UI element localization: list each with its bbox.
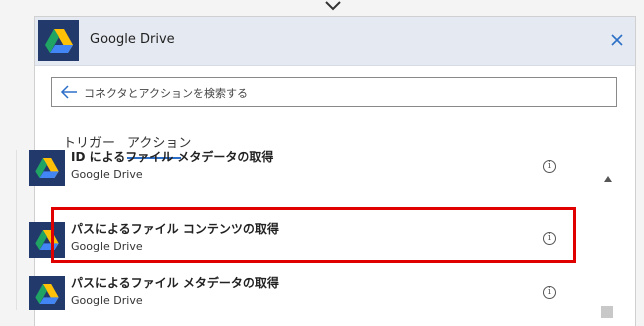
panel-header: Google Drive [35,17,635,66]
action-connector: Google Drive [71,168,143,181]
action-title: パスによるファイル メタデータの取得 [71,276,279,290]
chevron-down-icon [325,1,341,11]
action-title: ID によるファイル メタデータの取得 [71,150,274,164]
google-drive-icon [29,150,65,186]
info-icon[interactable]: i [543,286,556,299]
list-scrollbar[interactable] [600,150,616,318]
panel-title: Google Drive [90,32,175,47]
google-drive-icon [29,276,65,310]
search-placeholder: コネクタとアクションを検索する [84,87,249,100]
page: Google Drive コネクタとアクションを検索する トリガー アクション [0,0,644,326]
search-input[interactable]: コネクタとアクションを検索する [51,77,617,107]
scroll-thumb[interactable] [601,306,613,318]
action-connector: Google Drive [71,294,143,307]
info-icon[interactable]: i [543,160,556,173]
list-item[interactable]: パスによるファイル メタデータの取得 Google Drive i [17,266,567,310]
arrow-left-icon[interactable] [60,84,78,100]
close-icon[interactable] [609,32,625,48]
scroll-up-arrow-icon[interactable] [604,176,612,182]
list-item[interactable]: ID によるファイル メタデータの取得 Google Drive i [17,150,567,194]
highlight-annotation [51,207,576,263]
google-drive-icon [38,20,79,61]
